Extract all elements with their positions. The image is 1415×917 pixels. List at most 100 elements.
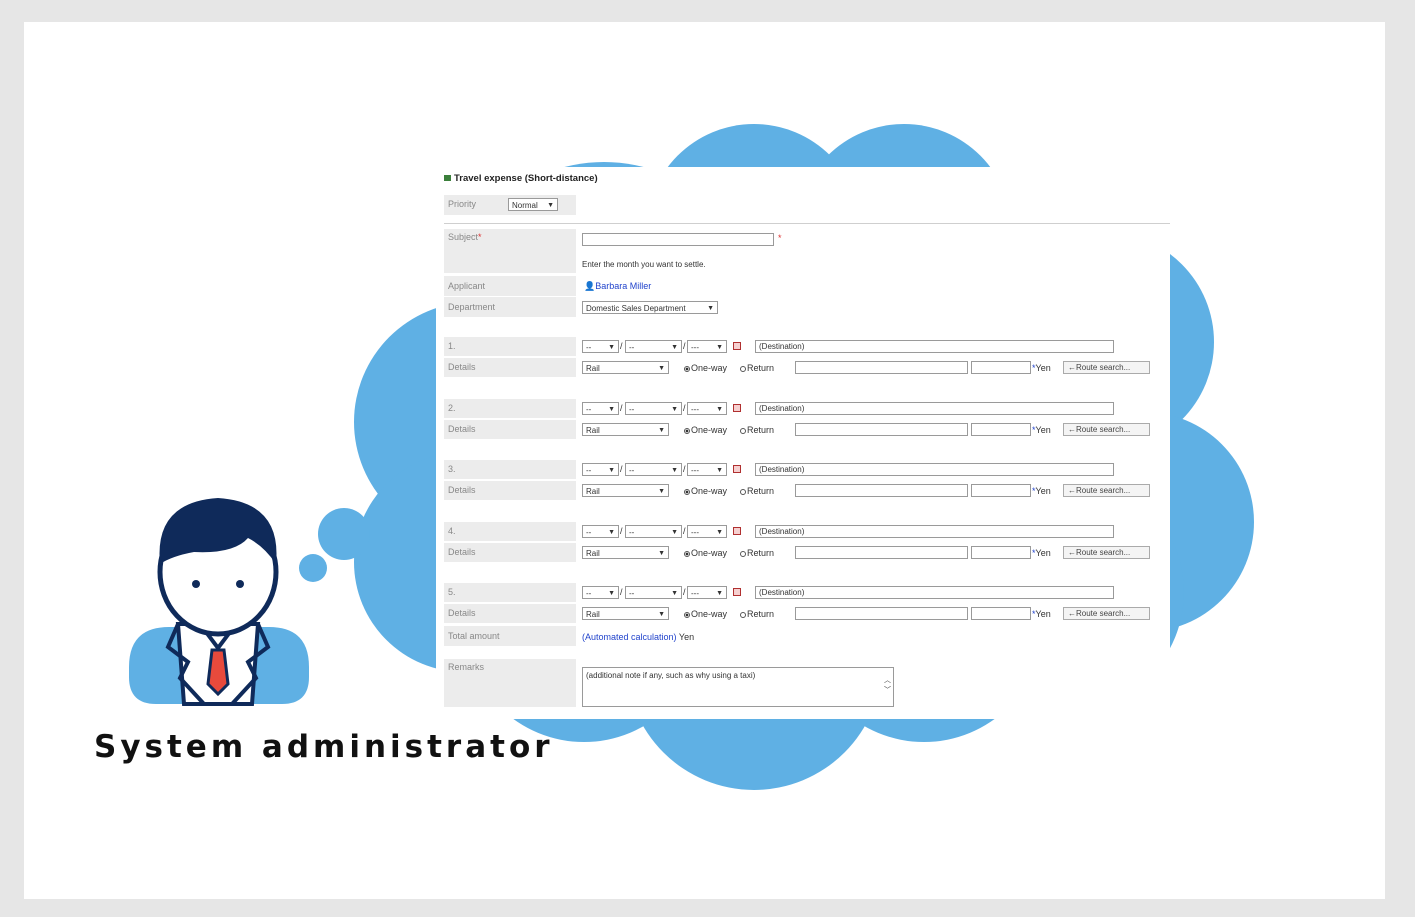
time-select[interactable]: --- ▼	[687, 402, 727, 415]
separator: /	[683, 403, 686, 413]
amount-input[interactable]	[971, 607, 1031, 620]
details-label: Details	[444, 420, 576, 439]
route-search-button[interactable]: ←Route search...	[1063, 546, 1150, 559]
day-select[interactable]: -- ▼	[625, 340, 682, 353]
time-select[interactable]: --- ▼	[687, 463, 727, 476]
day-select[interactable]: -- ▼	[625, 525, 682, 538]
return-radio[interactable]: Return	[740, 424, 774, 436]
radio-unselected-icon	[740, 365, 746, 372]
day-select[interactable]: -- ▼	[625, 402, 682, 415]
day-select[interactable]: -- ▼	[625, 586, 682, 599]
priority-select[interactable]: Normal ▼	[508, 198, 558, 211]
month-select[interactable]: -- ▼	[582, 586, 619, 599]
transport-select[interactable]: Rail ▼	[582, 484, 669, 497]
destination-placeholder: (Destination)	[759, 404, 805, 413]
month-select[interactable]: -- ▼	[582, 402, 619, 415]
month-value: --	[586, 528, 592, 537]
destination-input[interactable]: (Destination)	[755, 340, 1114, 353]
amount-input[interactable]	[971, 546, 1031, 559]
day-select[interactable]: -- ▼	[625, 463, 682, 476]
destination-input[interactable]: (Destination)	[755, 463, 1114, 476]
transport-select[interactable]: Rail ▼	[582, 546, 669, 559]
day-value: --	[629, 466, 635, 475]
chevron-down-icon: ▼	[671, 590, 678, 597]
radio-selected-icon	[684, 365, 690, 372]
applicant-link[interactable]: 👤Barbara Miller	[584, 280, 651, 292]
route-search-button[interactable]: ←Route search...	[1063, 484, 1150, 497]
priority-value: Normal	[512, 201, 538, 210]
destination-input[interactable]: (Destination)	[755, 402, 1114, 415]
time-select[interactable]: --- ▼	[687, 525, 727, 538]
time-select[interactable]: --- ▼	[687, 586, 727, 599]
amount-input[interactable]	[971, 423, 1031, 436]
currency-label: *Yen	[1032, 362, 1051, 374]
amount-input[interactable]	[971, 484, 1031, 497]
calendar-icon[interactable]	[733, 527, 741, 535]
department-select[interactable]: Domestic Sales Department ▼	[582, 301, 718, 314]
oneway-label: One-way	[691, 609, 728, 619]
transport-value: Rail	[586, 610, 600, 619]
month-value: --	[586, 589, 592, 598]
oneway-label: One-way	[691, 363, 728, 373]
chevron-down-icon: ▼	[608, 529, 615, 536]
illustration-canvas: System administrator Travel expense (Sho…	[24, 22, 1385, 899]
transport-select[interactable]: Rail ▼	[582, 361, 669, 374]
amount-input[interactable]	[971, 361, 1031, 374]
destination-input[interactable]: (Destination)	[755, 586, 1114, 599]
return-label: Return	[747, 548, 775, 558]
radio-selected-icon	[684, 550, 690, 557]
chevron-down-icon: ▼	[671, 344, 678, 351]
role-caption: System administrator	[94, 729, 554, 765]
return-radio[interactable]: Return	[740, 362, 774, 374]
month-select[interactable]: -- ▼	[582, 525, 619, 538]
return-radio[interactable]: Return	[740, 485, 774, 497]
chevron-down-icon: ▼	[658, 427, 665, 434]
route-index-label: 1.	[444, 337, 576, 356]
transport-select[interactable]: Rail ▼	[582, 423, 669, 436]
separator: /	[620, 587, 623, 597]
subject-hint: Enter the month you want to settle.	[582, 260, 706, 269]
currency-text: Yen	[1035, 609, 1051, 619]
administrator-avatar	[129, 498, 309, 706]
transport-select[interactable]: Rail ▼	[582, 607, 669, 620]
divider	[444, 223, 1170, 224]
route-search-button[interactable]: ←Route search...	[1063, 361, 1150, 374]
separator: /	[683, 587, 686, 597]
route-search-button[interactable]: ←Route search...	[1063, 423, 1150, 436]
calendar-icon[interactable]	[733, 588, 741, 596]
scroll-arrows[interactable]: ︿ ﹀	[884, 676, 891, 696]
route-input[interactable]	[795, 546, 968, 559]
currency-text: Yen	[1035, 486, 1051, 496]
remarks-textarea[interactable]: (additional note if any, such as why usi…	[582, 667, 894, 707]
month-select[interactable]: -- ▼	[582, 463, 619, 476]
time-value: ---	[691, 466, 699, 475]
route-input[interactable]	[795, 484, 968, 497]
chevron-down-icon: ▼	[671, 529, 678, 536]
calendar-icon[interactable]	[733, 404, 741, 412]
chevron-down-icon: ▼	[608, 590, 615, 597]
time-value: ---	[691, 528, 699, 537]
oneway-radio[interactable]: One-way	[684, 608, 727, 620]
month-select[interactable]: -- ▼	[582, 340, 619, 353]
subject-input[interactable]	[582, 233, 774, 246]
subject-label-text: Subject	[448, 232, 479, 242]
destination-input[interactable]: (Destination)	[755, 525, 1114, 538]
time-select[interactable]: --- ▼	[687, 340, 727, 353]
separator: /	[620, 526, 623, 536]
oneway-radio[interactable]: One-way	[684, 485, 727, 497]
return-radio[interactable]: Return	[740, 608, 774, 620]
applicant-name: Barbara Miller	[595, 281, 652, 291]
calendar-icon[interactable]	[733, 342, 741, 350]
return-radio[interactable]: Return	[740, 547, 774, 559]
form-icon	[444, 175, 451, 182]
route-input[interactable]	[795, 607, 968, 620]
calendar-icon[interactable]	[733, 465, 741, 473]
radio-unselected-icon	[740, 488, 746, 495]
oneway-radio[interactable]: One-way	[684, 547, 727, 559]
route-input[interactable]	[795, 423, 968, 436]
oneway-radio[interactable]: One-way	[684, 362, 727, 374]
required-mark-field: *	[778, 233, 782, 243]
oneway-radio[interactable]: One-way	[684, 424, 727, 436]
route-search-button[interactable]: ←Route search...	[1063, 607, 1150, 620]
route-input[interactable]	[795, 361, 968, 374]
